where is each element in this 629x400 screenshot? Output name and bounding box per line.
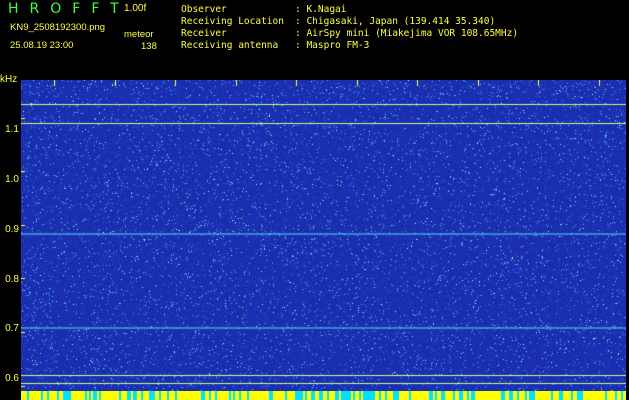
file-name: KN9_2508192300.png: [10, 22, 106, 33]
antenna-value: : Maspro FM-3: [295, 40, 370, 51]
header-panel: HROFFT 1.00f KN9_2508192300.png meteor 2…: [0, 0, 629, 75]
location-value: : Chigasaki, Japan (139.414 35.340): [295, 16, 496, 27]
meteor-label: meteor: [124, 29, 154, 40]
app-brand: HROFFT: [8, 1, 130, 17]
signal-strip: [21, 391, 626, 400]
observer-key: Observer: [181, 4, 227, 15]
antenna-key: Receiving antenna: [181, 40, 279, 51]
spectrogram-panel: [21, 80, 626, 392]
y-tick-1-0: 1.0: [5, 174, 19, 185]
y-tick-0-6: 0.6: [5, 373, 19, 384]
y-tick-0-7: 0.7: [5, 323, 19, 334]
receiver-key: Receiver: [181, 28, 227, 39]
y-tick-1-1: 1.1: [5, 124, 19, 135]
y-tick-0-9: 0.9: [5, 224, 19, 235]
receiver-value: : AirSpy mini (Miakejima VOR 108.65MHz): [295, 28, 519, 39]
meteor-count: 138: [141, 41, 157, 52]
app-version: 1.00f: [124, 3, 147, 14]
location-key: Receiving Location: [181, 16, 284, 27]
observer-value: : K.Nagai: [295, 4, 347, 15]
date-time: 25.08.19 23:00: [10, 40, 74, 51]
spectrogram-canvas: [21, 80, 626, 391]
y-tick-0-8: 0.8: [5, 274, 19, 285]
y-axis-unit: kHz: [0, 74, 18, 85]
